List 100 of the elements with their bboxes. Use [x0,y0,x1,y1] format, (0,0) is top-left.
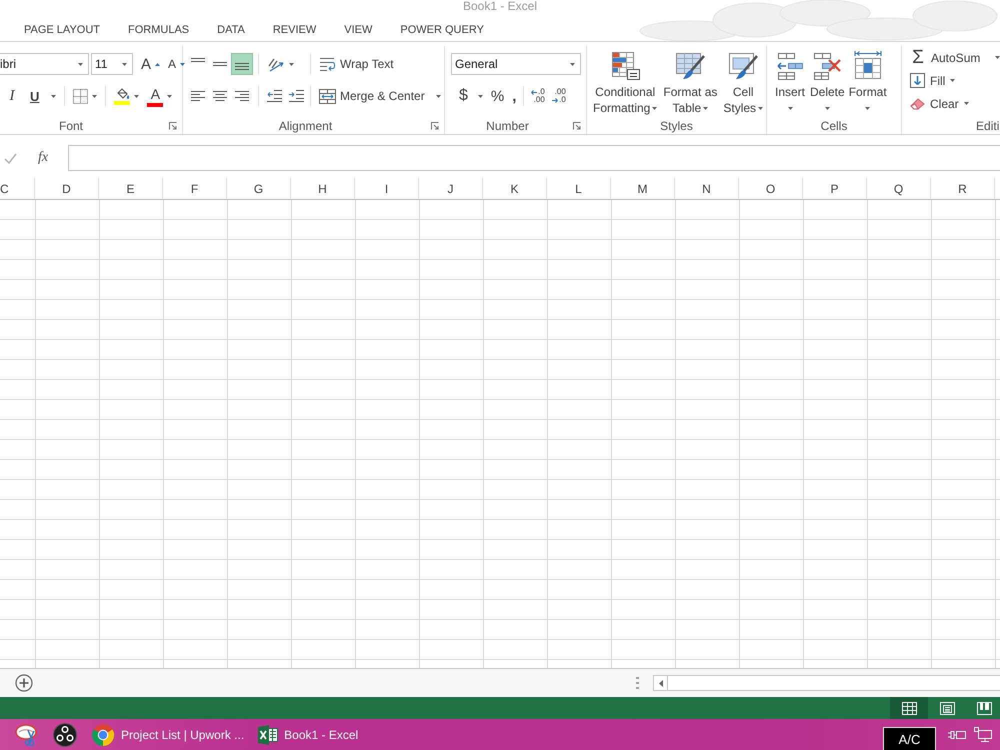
window-title: Book1 - Excel [462,0,538,13]
fill-button[interactable]: Fill [908,70,958,91]
caret-icon [758,106,764,110]
scroll-left-button[interactable] [653,675,668,691]
align-left-icon [191,90,205,102]
wrap-text-button[interactable]: Wrap Text [315,53,398,75]
shrink-font-button[interactable]: A [164,53,190,75]
arrow-left-icon [531,90,538,94]
column-header[interactable]: D [35,178,99,199]
comma-style-button[interactable]: , [508,85,520,107]
caret-icon [570,62,575,66]
align-bottom-icon [235,63,249,70]
column-header[interactable]: I [355,178,419,199]
merge-center-button[interactable]: Merge & Center [315,85,445,107]
ribbon-tab[interactable]: VIEW [330,18,386,40]
border-grid-icon [73,88,88,104]
ribbon-tab[interactable]: FORMULAS [114,18,204,40]
cell-styles-button[interactable]: Cell Styles [721,48,766,118]
caret-icon [478,94,483,98]
dialog-launcher-icon[interactable] [573,122,581,130]
merge-cells-icon [319,88,336,104]
ribbon-tab[interactable]: DATA [203,18,259,40]
caret-icon [436,94,441,98]
decrease-indent-icon [266,90,282,102]
font-size-field[interactable]: 11 [91,53,133,75]
caret-icon [180,62,186,66]
ribbon-tab[interactable]: POWER QUERY [386,18,498,40]
arrow-right-icon [552,98,558,102]
format-cells-button[interactable]: Format [846,48,889,118]
increase-decimal-button[interactable]: .0 .00 [527,85,548,107]
clear-button[interactable]: Clear [908,93,971,114]
column-header[interactable]: E [99,178,163,199]
cell-brush-icon [727,50,760,82]
column-header[interactable]: F [163,178,227,199]
autosum-button[interactable]: Σ AutoSum [908,47,1000,68]
percent-button[interactable]: % [486,85,508,107]
fill-down-icon [910,73,925,88]
column-header[interactable]: O [739,178,803,199]
underline-button[interactable]: U [26,85,60,107]
column-header[interactable]: P [803,178,867,199]
column-header[interactable]: N [675,178,739,199]
decrease-decimal-button[interactable]: .00 .0 [548,85,570,107]
align-middle-icon [213,62,227,66]
column-header[interactable]: L [547,178,611,199]
caret-icon [703,106,708,110]
caret-icon [92,94,98,98]
insert-function-button[interactable]: fx [36,148,50,168]
caret-icon [167,94,172,98]
column-header[interactable]: Q [867,178,931,199]
scissors-icon [15,722,39,746]
group-label: Font [58,119,83,133]
column-header[interactable]: M [611,178,675,199]
grow-font-button[interactable]: A [137,53,164,75]
normal-view-button[interactable] [890,697,928,719]
column-header[interactable]: K [483,178,547,199]
align-top-icon [191,58,205,62]
ribbon-tab[interactable]: REVIEW [258,18,330,40]
group-label: Styles [660,119,693,133]
grid-icon [902,702,916,714]
group-label: Cells [820,119,848,133]
caret-up-icon [155,62,160,66]
caret-icon [964,102,969,105]
network-icon[interactable] [974,727,992,742]
align-center-icon [213,90,227,102]
column-header[interactable]: H [291,178,355,199]
column-header[interactable]: R [931,178,995,199]
dialog-launcher-icon[interactable] [169,122,177,130]
caret-icon [78,62,83,66]
delete-cells-button[interactable]: Delete [808,48,847,118]
number-format-field[interactable]: General [451,53,581,75]
tooltip: A/C [883,727,936,750]
column-header[interactable]: C [0,178,35,199]
align-bottom-button[interactable] [231,53,253,75]
caret-icon [51,94,56,98]
horizontal-scrollbar[interactable] [668,675,1000,691]
formula-input-field[interactable] [68,145,1000,171]
taskbar-button[interactable]: Project List | Upwork ... [84,719,252,750]
font-color-button[interactable]: A [143,85,176,107]
drag-handle-icon[interactable] [636,677,639,689]
taskbar-button[interactable]: Book1 - Excel [251,719,366,750]
plus-circle-icon[interactable] [15,674,33,692]
caret-icon [134,94,140,98]
aperture-icon [53,722,77,746]
format-as-table-button[interactable]: Format as Table [661,48,720,118]
paint-bucket-icon [114,88,130,104]
font-name-field[interactable]: ibri [0,53,89,75]
column-header[interactable]: G [227,178,291,199]
caret-icon [788,106,792,110]
table-brush-icon [674,50,706,82]
align-right-icon [235,90,249,102]
italic-button[interactable]: I [3,85,21,107]
ribbon-tab[interactable]: PAGE LAYOUT [10,18,114,40]
plug-icon[interactable] [948,728,966,740]
dialog-launcher-icon[interactable] [431,122,439,130]
group-label: Editi [976,119,1000,133]
currency-button[interactable]: $ [455,85,487,107]
column-header[interactable]: J [419,178,483,199]
conditional-formatting-button[interactable]: Conditional Formatting [591,48,660,118]
insert-cells-button[interactable]: Insert [772,48,808,118]
caret-icon [289,62,294,66]
